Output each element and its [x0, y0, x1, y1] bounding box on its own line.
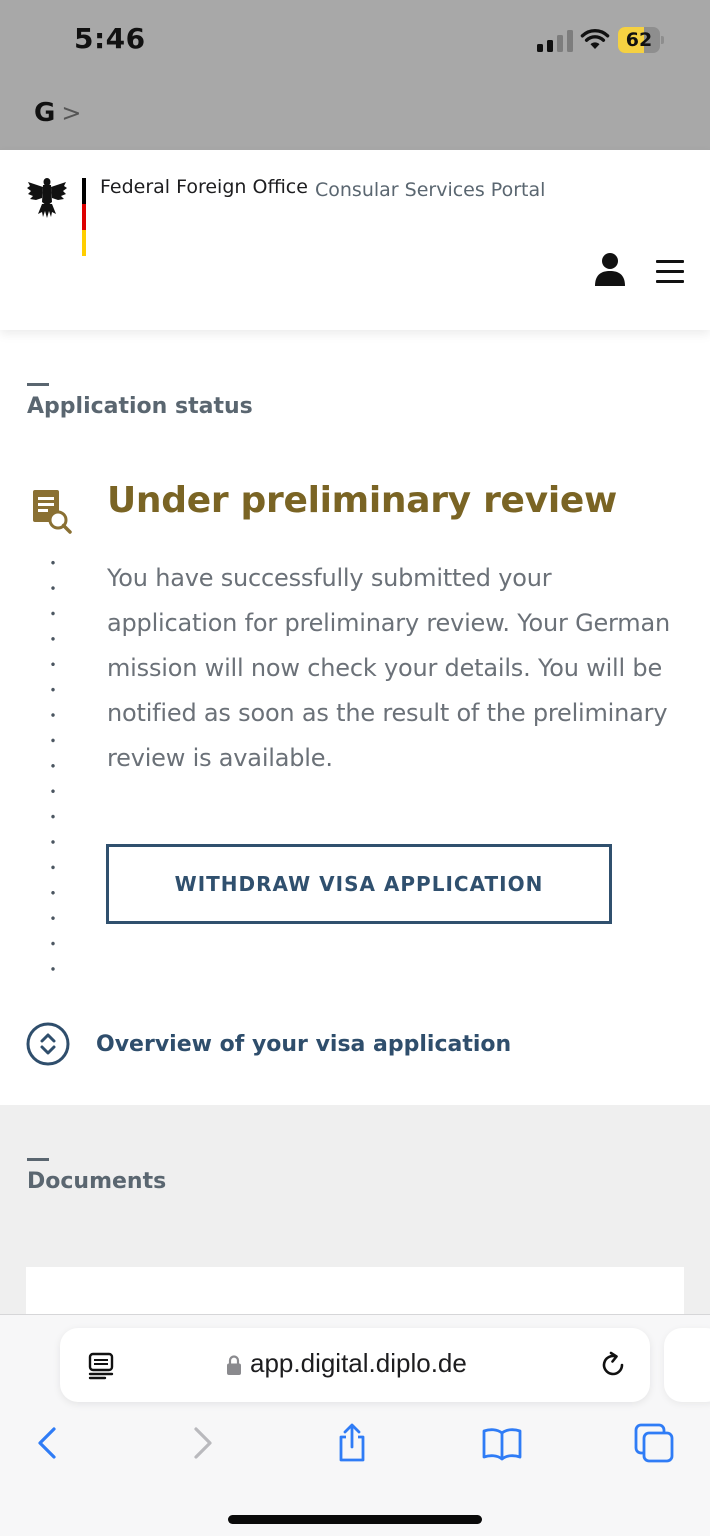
expand-toggle-icon [26, 1022, 70, 1066]
bookmarks-icon[interactable] [482, 1423, 522, 1463]
address-bar[interactable]: app.digital.diplo.de [60, 1328, 650, 1402]
chevron-right-icon: > [61, 99, 82, 127]
reload-icon[interactable] [598, 1350, 628, 1380]
status-heading: Under preliminary review [107, 480, 617, 521]
timeline-dots [51, 550, 55, 990]
section-divider [27, 383, 49, 386]
back-icon[interactable] [28, 1423, 68, 1463]
back-app-label: G [34, 98, 56, 128]
withdraw-visa-application-button[interactable]: WITHDRAW VISA APPLICATION [106, 844, 612, 924]
menu-icon[interactable] [656, 260, 684, 284]
eagle-icon[interactable] [26, 176, 68, 220]
user-icon[interactable] [594, 252, 626, 286]
tabs-icon[interactable] [634, 1423, 674, 1463]
section-divider [27, 1158, 49, 1161]
site-header: Federal Foreign Office Consular Services… [0, 150, 710, 330]
home-indicator [228, 1515, 482, 1524]
back-to-app[interactable]: G > [34, 98, 81, 128]
forward-icon[interactable] [182, 1423, 222, 1463]
document-search-icon [33, 490, 72, 534]
wifi-icon [580, 28, 610, 49]
documents-section: Documents [0, 1105, 710, 1327]
organization-name[interactable]: Federal Foreign Office [100, 176, 308, 198]
application-status-section: Application status Under preliminary rev… [0, 330, 710, 1105]
battery-level: 62 [625, 29, 653, 51]
status-description: You have successfully submitted your app… [107, 564, 670, 772]
lock-icon [227, 1355, 241, 1375]
url-text[interactable]: app.digital.diplo.de [250, 1348, 467, 1379]
next-tab-address-bar[interactable] [664, 1328, 710, 1402]
battery-icon: 62 [618, 27, 664, 53]
flag-bar [82, 178, 86, 256]
status-time: 5:46 [74, 22, 146, 55]
share-icon[interactable] [332, 1423, 372, 1463]
reader-mode-icon[interactable] [88, 1352, 114, 1380]
signal-icon [537, 30, 573, 52]
browser-toolbar: app.digital.diplo.de [0, 1314, 710, 1536]
documents-title: Documents [27, 1169, 167, 1194]
status-bar: 5:46 62 G > [0, 0, 710, 150]
section-title: Application status [27, 394, 253, 419]
portal-name[interactable]: Consular Services Portal [315, 179, 545, 201]
overview-link-label: Overview of your visa application [96, 1031, 512, 1057]
overview-visa-application-toggle[interactable]: Overview of your visa application [26, 1022, 511, 1066]
